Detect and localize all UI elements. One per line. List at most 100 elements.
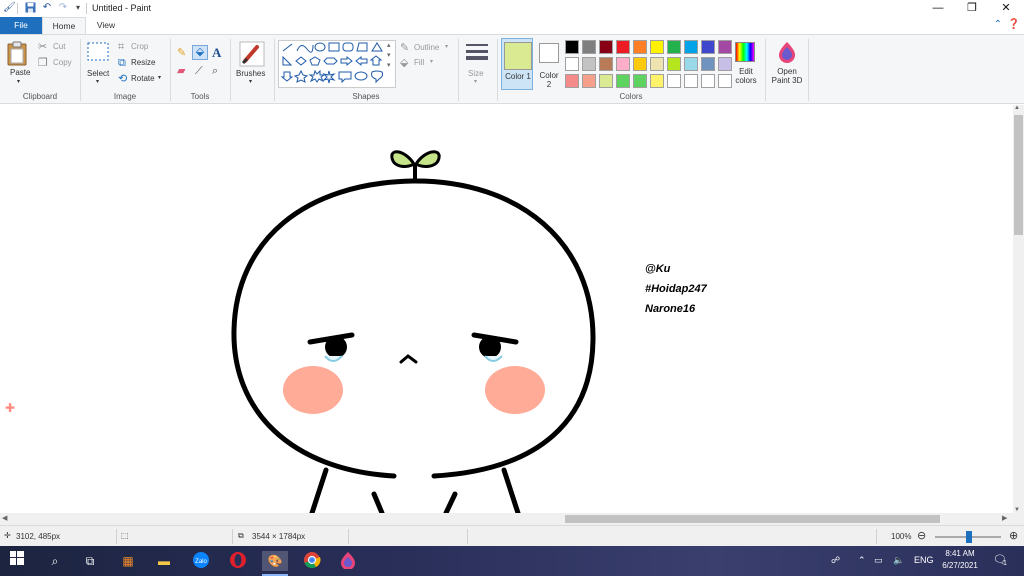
color2-button[interactable]: Color 2 (537, 38, 561, 90)
color1-button[interactable]: Color 1 (501, 38, 533, 90)
palette-swatch[interactable] (718, 40, 732, 54)
cut-label: Cut (53, 42, 66, 51)
palette-swatch[interactable] (650, 40, 664, 54)
outline-label: Outline (414, 43, 440, 52)
color-picker-icon[interactable]: ⟋ (195, 65, 203, 77)
palette-swatch[interactable] (565, 40, 579, 54)
tab-view[interactable]: View (86, 17, 126, 34)
palette-swatch[interactable] (599, 57, 613, 71)
palette-swatch[interactable] (599, 40, 613, 54)
vertical-scrollbar[interactable]: ▲ ▼ (1013, 105, 1024, 513)
palette-swatch[interactable] (582, 74, 596, 88)
color1-label: Color 1 (505, 72, 531, 81)
palette-swatch[interactable] (684, 57, 698, 71)
shapes-scroll[interactable]: ▴ ▾ ▾ (387, 41, 391, 71)
palette-swatch[interactable] (616, 40, 630, 54)
zalo-icon[interactable]: Zalo (190, 551, 212, 571)
paste-icon (7, 41, 27, 66)
scroll-right-icon[interactable]: ▶ (1002, 514, 1007, 522)
fill-bucket-icon[interactable]: ⬙ (192, 45, 208, 60)
brushes-label: Brushes (236, 69, 266, 78)
chrome-icon[interactable] (301, 551, 323, 571)
paste-button[interactable]: Paste ▾ (6, 41, 34, 85)
svg-text:✚: ✚ (5, 401, 15, 415)
palette-swatch[interactable] (633, 57, 647, 71)
palette-swatch[interactable] (701, 40, 715, 54)
palette-swatch[interactable] (633, 40, 647, 54)
cursor-position-icon: ✛ (4, 531, 11, 540)
palette-swatch[interactable] (650, 74, 664, 88)
chevron-down-icon: ▾ (430, 59, 434, 65)
opera-icon[interactable] (227, 551, 249, 571)
close-button[interactable]: ✕ (989, 0, 1023, 17)
drawing-canvas[interactable]: ✚ @Ku #Hoidap247 Narone16 (0, 105, 1013, 513)
scroll-left-icon[interactable]: ◀ (2, 514, 7, 522)
tab-home[interactable]: Home (42, 17, 86, 34)
maximize-button[interactable]: ❐ (955, 0, 989, 17)
palette-swatch[interactable] (616, 57, 630, 71)
language-indicator[interactable]: ENG (914, 555, 934, 565)
eraser-icon[interactable]: ▰ (177, 65, 185, 77)
save-icon[interactable] (24, 2, 36, 14)
palette-swatch[interactable] (582, 40, 596, 54)
edit-colors-button[interactable]: Edit colors (731, 41, 761, 89)
palette-swatch[interactable] (667, 74, 681, 88)
size-line-icon (466, 56, 488, 60)
palette-swatch[interactable] (565, 57, 579, 71)
palette-swatch[interactable] (718, 74, 732, 88)
palette-swatch[interactable] (684, 40, 698, 54)
clock-date[interactable]: 6/27/2021 (940, 561, 980, 570)
paint-icon[interactable]: 🎨 (262, 551, 288, 571)
select-button[interactable]: Select ▾ (86, 41, 112, 89)
file-explorer-icon[interactable]: ▬ (153, 551, 175, 571)
palette-swatch[interactable] (667, 40, 681, 54)
magnifier-icon[interactable]: ⌕ (212, 65, 218, 77)
tab-file[interactable]: File (0, 17, 42, 34)
pencil-icon[interactable]: ✎ (177, 47, 186, 59)
group-divider (230, 39, 231, 101)
palette-swatch[interactable] (667, 57, 681, 71)
title-bar: 🖌 ↶ ↷ ▾ Untitled - Paint — ❐ ✕ (0, 0, 1024, 17)
palette-swatch[interactable] (701, 57, 715, 71)
vertical-scroll-thumb[interactable] (1014, 115, 1023, 235)
palette-swatch[interactable] (650, 57, 664, 71)
help-icon[interactable]: ⌃ ❓ (994, 19, 1020, 30)
battery-icon[interactable]: ▭ (874, 555, 883, 566)
start-icon[interactable] (6, 551, 28, 571)
volume-icon[interactable]: 🔈 (893, 555, 904, 566)
palette-swatch[interactable] (718, 57, 732, 71)
redo-icon[interactable]: ↷ (57, 2, 69, 14)
chevron-up-icon[interactable]: ⌃ (858, 555, 866, 566)
app-icon[interactable]: ▦ (117, 551, 139, 571)
search-icon[interactable]: ⌕ (44, 551, 66, 571)
palette-swatch[interactable] (565, 74, 579, 88)
brushes-button[interactable]: Brushes ▾ (236, 41, 270, 89)
open-paint3d-button[interactable]: Open Paint 3D (768, 41, 806, 89)
clock-time[interactable]: 8:41 AM (940, 549, 980, 558)
palette-swatch[interactable] (684, 74, 698, 88)
palette-swatch[interactable] (633, 74, 647, 88)
palette-swatch[interactable] (616, 74, 630, 88)
horizontal-scrollbar[interactable]: ◀ ▶ (0, 513, 1024, 525)
text-tool-icon[interactable]: A (212, 45, 221, 61)
resize-icon: ⧉ (118, 57, 126, 69)
scroll-up-icon[interactable]: ▲ (1014, 105, 1020, 111)
customize-toolbar-icon[interactable]: ▾ (72, 2, 84, 14)
minimize-button[interactable]: — (921, 0, 955, 17)
palette-swatch[interactable] (582, 57, 596, 71)
canvas-text-line: Narone16 (645, 303, 696, 315)
people-icon[interactable]: ☍ (831, 555, 840, 566)
zoom-out-button[interactable]: ⊖ (917, 529, 926, 542)
horizontal-scroll-thumb[interactable] (565, 515, 940, 523)
paint-app-icon[interactable]: 🖌 (3, 2, 16, 14)
image-group-label: Image (113, 92, 137, 101)
zoom-in-button[interactable]: ⊕ (1009, 529, 1018, 542)
undo-icon[interactable]: ↶ (41, 2, 53, 14)
size-button[interactable]: Size ▾ (463, 41, 491, 89)
zoom-slider-thumb[interactable] (966, 531, 972, 543)
palette-swatch[interactable] (701, 74, 715, 88)
shapes-gallery[interactable] (278, 40, 396, 88)
task-view-icon[interactable]: ⧉ (79, 551, 101, 571)
paint3d-taskbar-icon[interactable] (337, 551, 359, 571)
palette-swatch[interactable] (599, 74, 613, 88)
